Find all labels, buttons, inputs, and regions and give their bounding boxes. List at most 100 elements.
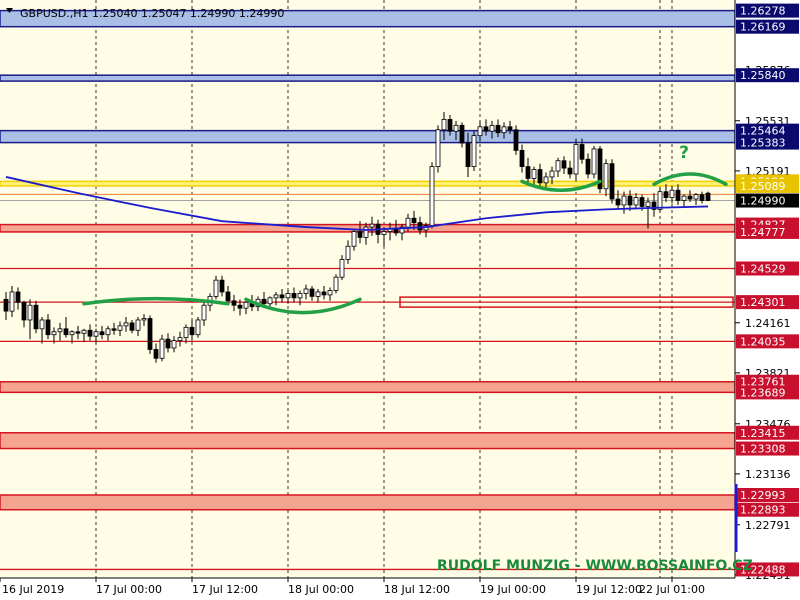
candle-body <box>525 166 531 179</box>
red-level-label: 1.23415 <box>740 427 786 440</box>
candle-body <box>27 304 33 321</box>
candle-body <box>621 195 627 206</box>
candle-body <box>537 169 543 184</box>
candle-body <box>99 331 105 336</box>
candle-body <box>453 124 459 132</box>
candle-body <box>171 340 177 349</box>
candle-body <box>567 167 573 175</box>
x-tick-label: 19 Jul 00:00 <box>480 583 546 596</box>
x-tick-label: 22 Jul 01:00 <box>639 583 705 596</box>
candle-body <box>21 301 27 321</box>
candle-body <box>327 290 333 296</box>
candle-body <box>129 322 135 331</box>
candle-body <box>69 331 75 336</box>
candle-body <box>633 197 639 206</box>
candle-body <box>429 166 435 226</box>
candle-body <box>291 293 297 299</box>
candle-body <box>549 170 555 178</box>
candle-body <box>705 192 711 201</box>
candle-body <box>33 304 39 330</box>
candle-body <box>435 129 441 168</box>
blue-level-label: 1.26169 <box>740 21 786 34</box>
candle-body <box>231 300 237 306</box>
candle-body <box>183 326 189 339</box>
chart-window[interactable]: ? 1.258761.255311.251911.241611.238211.2… <box>0 0 800 600</box>
candle-body <box>105 328 111 336</box>
x-tick-label: 17 Jul 00:00 <box>96 583 162 596</box>
candle-body <box>57 328 63 333</box>
candle-body <box>639 197 645 207</box>
red-support-zone <box>0 380 736 394</box>
candle-body <box>225 291 231 302</box>
candle-body <box>573 144 579 175</box>
candle-body <box>459 124 465 144</box>
y-tick-label: 1.24161 <box>745 317 791 330</box>
candle-body <box>303 288 309 294</box>
candle-body <box>441 119 447 131</box>
candle-body <box>351 231 357 247</box>
candle-body <box>189 326 195 336</box>
red-level-label: 1.23308 <box>740 443 786 456</box>
candle-body <box>555 160 561 172</box>
candle-body <box>477 126 483 137</box>
candle-body <box>51 331 57 336</box>
candle-body <box>471 135 477 168</box>
candle-body <box>501 126 507 134</box>
candle-body <box>681 195 687 201</box>
candle-body <box>141 318 147 321</box>
question-mark-annotation: ? <box>679 143 689 163</box>
candle-body <box>603 163 609 190</box>
candle-body <box>87 329 93 337</box>
y-tick-label: 1.23136 <box>745 468 791 481</box>
symbol-header: GBPUSD.,H1 1.25040 1.25047 1.24990 1.249… <box>20 7 284 20</box>
candle-body <box>489 124 495 132</box>
candle-body <box>687 195 693 200</box>
candle-body <box>177 337 183 342</box>
candle-body <box>591 148 597 175</box>
candle-body <box>363 226 369 238</box>
red-level-label: 1.23689 <box>740 386 786 399</box>
candle-body <box>543 176 549 184</box>
yellow-zone <box>0 180 736 187</box>
red-level-label: 1.24301 <box>740 296 786 309</box>
candle-body <box>273 294 279 299</box>
candle-body <box>279 294 285 299</box>
candle-body <box>369 223 375 228</box>
x-tick-label: 19 Jul 12:00 <box>576 583 642 596</box>
candle-body <box>663 191 669 198</box>
candle-body <box>243 301 249 309</box>
candle-body <box>609 163 615 200</box>
candle-body <box>123 322 129 327</box>
candle-body <box>699 194 705 201</box>
candle-body <box>219 279 225 293</box>
candle-body <box>531 169 537 179</box>
candle-body <box>75 331 81 334</box>
candle-body <box>417 222 423 231</box>
candlestick-chart[interactable]: ? 1.258761.255311.251911.241611.238211.2… <box>0 0 800 600</box>
candle-body <box>15 291 21 303</box>
candle-body <box>63 328 69 336</box>
candle-body <box>165 338 171 349</box>
candle-body <box>675 189 681 201</box>
candle-body <box>9 291 15 312</box>
red-level-label: 1.22893 <box>740 504 786 517</box>
candle-body <box>447 119 453 132</box>
candle-body <box>45 319 51 336</box>
candle-body <box>513 129 519 151</box>
candle-body <box>381 231 387 235</box>
candle-body <box>579 144 585 160</box>
candle-body <box>39 319 45 330</box>
watermark-text: RUDOLF MUNZIG - WWW.BOSSAINFO.CZ <box>437 558 753 574</box>
candle-body <box>405 217 411 228</box>
candle-body <box>483 126 489 132</box>
x-tick-label: 16 Jul 2019 <box>2 583 64 596</box>
candle-body <box>669 189 675 198</box>
candle-body <box>147 318 153 350</box>
candle-body <box>339 259 345 278</box>
candle-body <box>213 279 219 297</box>
candle-body <box>585 158 591 175</box>
x-tick-label: 17 Jul 12:00 <box>192 583 258 596</box>
candle-body <box>321 291 327 296</box>
red-support-zone <box>0 432 736 450</box>
candle-body <box>153 349 159 359</box>
